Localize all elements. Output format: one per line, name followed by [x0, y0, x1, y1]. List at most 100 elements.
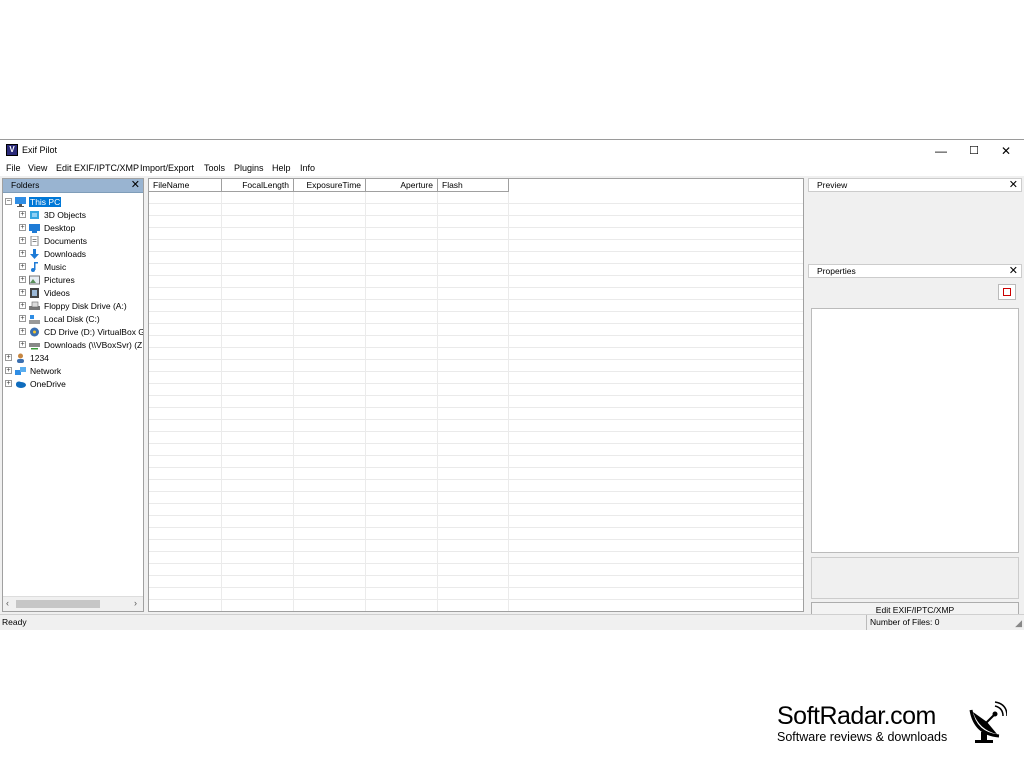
expand-icon[interactable]: + [19, 289, 26, 296]
folders-horizontal-scrollbar[interactable]: ‹ › [3, 596, 143, 611]
pictures-icon [29, 275, 40, 285]
expand-icon[interactable]: + [19, 276, 26, 283]
tree-node-network-drive[interactable]: + Downloads (\\VBoxSvr) (Z [19, 338, 143, 351]
tree-node-music[interactable]: + Music [19, 260, 67, 273]
column-filename[interactable]: FileName [149, 179, 222, 192]
expand-icon[interactable]: + [19, 341, 26, 348]
collapse-icon[interactable]: − [5, 198, 12, 205]
file-list[interactable]: FileName FocalLength ExposureTime Apertu… [148, 178, 804, 612]
table-row [149, 240, 803, 252]
tree-node-documents[interactable]: + Documents [19, 234, 88, 247]
tree-node-downloads[interactable]: + Downloads [19, 247, 87, 260]
close-window-button[interactable]: ✕ [990, 140, 1022, 161]
maximize-button[interactable]: ☐ [958, 140, 990, 161]
softradar-watermark: SoftRadar.com Software reviews & downloa… [777, 701, 1007, 744]
table-row [149, 528, 803, 540]
exif-pilot-app-icon: V [6, 144, 18, 156]
expand-icon[interactable]: + [5, 367, 12, 374]
menu-tools[interactable]: Tools [204, 163, 225, 173]
scroll-left-icon[interactable]: ‹ [6, 598, 9, 608]
tree-node-label: Network [30, 365, 62, 376]
download-arrow-icon [29, 248, 40, 259]
tree-node-label: Floppy Disk Drive (A:) [44, 300, 127, 311]
table-row [149, 588, 803, 600]
app-window: V Exif Pilot — ☐ ✕ File View Edit EXIF/I… [0, 139, 1024, 630]
expand-icon[interactable]: + [19, 328, 26, 335]
column-focallength[interactable]: FocalLength [222, 179, 294, 192]
resize-grip-icon[interactable]: ◢ [1015, 618, 1022, 629]
table-row [149, 504, 803, 516]
properties-toolbar-button[interactable] [998, 284, 1016, 300]
table-row [149, 396, 803, 408]
expand-icon[interactable]: + [19, 224, 26, 231]
table-row [149, 192, 803, 204]
expand-icon[interactable]: + [19, 237, 26, 244]
expand-icon[interactable]: + [19, 250, 26, 257]
folders-header: Folders ✕ [3, 179, 143, 193]
table-row [149, 312, 803, 324]
tree-node-network[interactable]: + Network [5, 364, 62, 377]
folders-close-icon[interactable]: ✕ [131, 179, 140, 192]
expand-icon[interactable]: + [5, 354, 12, 361]
table-row [149, 324, 803, 336]
table-row [149, 408, 803, 420]
preview-close-icon[interactable]: ✕ [1009, 179, 1018, 192]
computer-icon [15, 196, 26, 207]
tree-node-label: This PC [29, 196, 62, 207]
menu-edit-exif[interactable]: Edit EXIF/IPTC/XMP [56, 163, 139, 173]
tree-node-3d-objects[interactable]: + 3D Objects [19, 208, 87, 221]
properties-list[interactable] [811, 308, 1019, 553]
table-row [149, 540, 803, 552]
scrollbar-thumb[interactable] [16, 600, 100, 608]
tree-node-label: Documents [44, 235, 87, 246]
column-divider [293, 192, 294, 611]
table-row [149, 564, 803, 576]
status-bar: Ready Number of Files: 0 ◢ [0, 614, 1024, 630]
table-row [149, 576, 803, 588]
expand-icon[interactable]: + [19, 315, 26, 322]
column-flash[interactable]: Flash [438, 179, 509, 192]
expand-icon[interactable]: + [19, 211, 26, 218]
tree-node-floppy[interactable]: + Floppy Disk Drive (A:) [19, 299, 128, 312]
table-row [149, 288, 803, 300]
tree-node-videos[interactable]: + Videos [19, 286, 71, 299]
property-description-area [811, 557, 1019, 599]
tree-node-1234[interactable]: + 1234 [5, 351, 50, 364]
properties-header: Properties ✕ [808, 264, 1022, 278]
menu-info[interactable]: Info [300, 163, 315, 173]
tree-node-pictures[interactable]: + Pictures [19, 273, 76, 286]
column-exposuretime[interactable]: ExposureTime [294, 179, 366, 192]
watermark-tagline: Software reviews & downloads [777, 730, 948, 744]
expand-icon[interactable]: + [19, 263, 26, 270]
scroll-right-icon[interactable]: › [134, 598, 137, 608]
menu-file[interactable]: File [6, 163, 21, 173]
tree-node-label: Local Disk (C:) [44, 313, 100, 324]
network-drive-icon [29, 340, 40, 350]
table-row [149, 264, 803, 276]
title-bar[interactable]: V Exif Pilot — ☐ ✕ [0, 140, 1024, 161]
tree-node-cd-drive[interactable]: + CD Drive (D:) VirtualBox G [19, 325, 144, 338]
tree-node-label: 3D Objects [44, 209, 87, 220]
menu-help[interactable]: Help [272, 163, 291, 173]
menu-plugins[interactable]: Plugins [234, 163, 264, 173]
properties-close-icon[interactable]: ✕ [1009, 265, 1018, 278]
tree-node-desktop[interactable]: + Desktop [19, 221, 76, 234]
tree-node-label: CD Drive (D:) VirtualBox G [44, 326, 144, 337]
menu-view[interactable]: View [28, 163, 47, 173]
menu-import-export[interactable]: Import/Export [140, 163, 194, 173]
table-row [149, 492, 803, 504]
tree-node-local-disk[interactable]: + Local Disk (C:) [19, 312, 101, 325]
file-count-status: Number of Files: 0 [866, 615, 1006, 630]
floppy-icon [29, 301, 40, 311]
minimize-button[interactable]: — [925, 140, 957, 161]
expand-icon[interactable]: + [19, 302, 26, 309]
column-aperture[interactable]: Aperture [366, 179, 438, 192]
table-row [149, 204, 803, 216]
tree-node-onedrive[interactable]: + OneDrive [5, 377, 67, 390]
expand-icon[interactable]: + [5, 380, 12, 387]
table-row [149, 348, 803, 360]
tree-node-this-pc[interactable]: − This PC [5, 195, 62, 208]
right-panel: Preview ✕ Properties ✕ Edit EXIF/IPTC/XM… [808, 178, 1022, 618]
documents-icon [29, 235, 40, 246]
column-divider [221, 192, 222, 611]
